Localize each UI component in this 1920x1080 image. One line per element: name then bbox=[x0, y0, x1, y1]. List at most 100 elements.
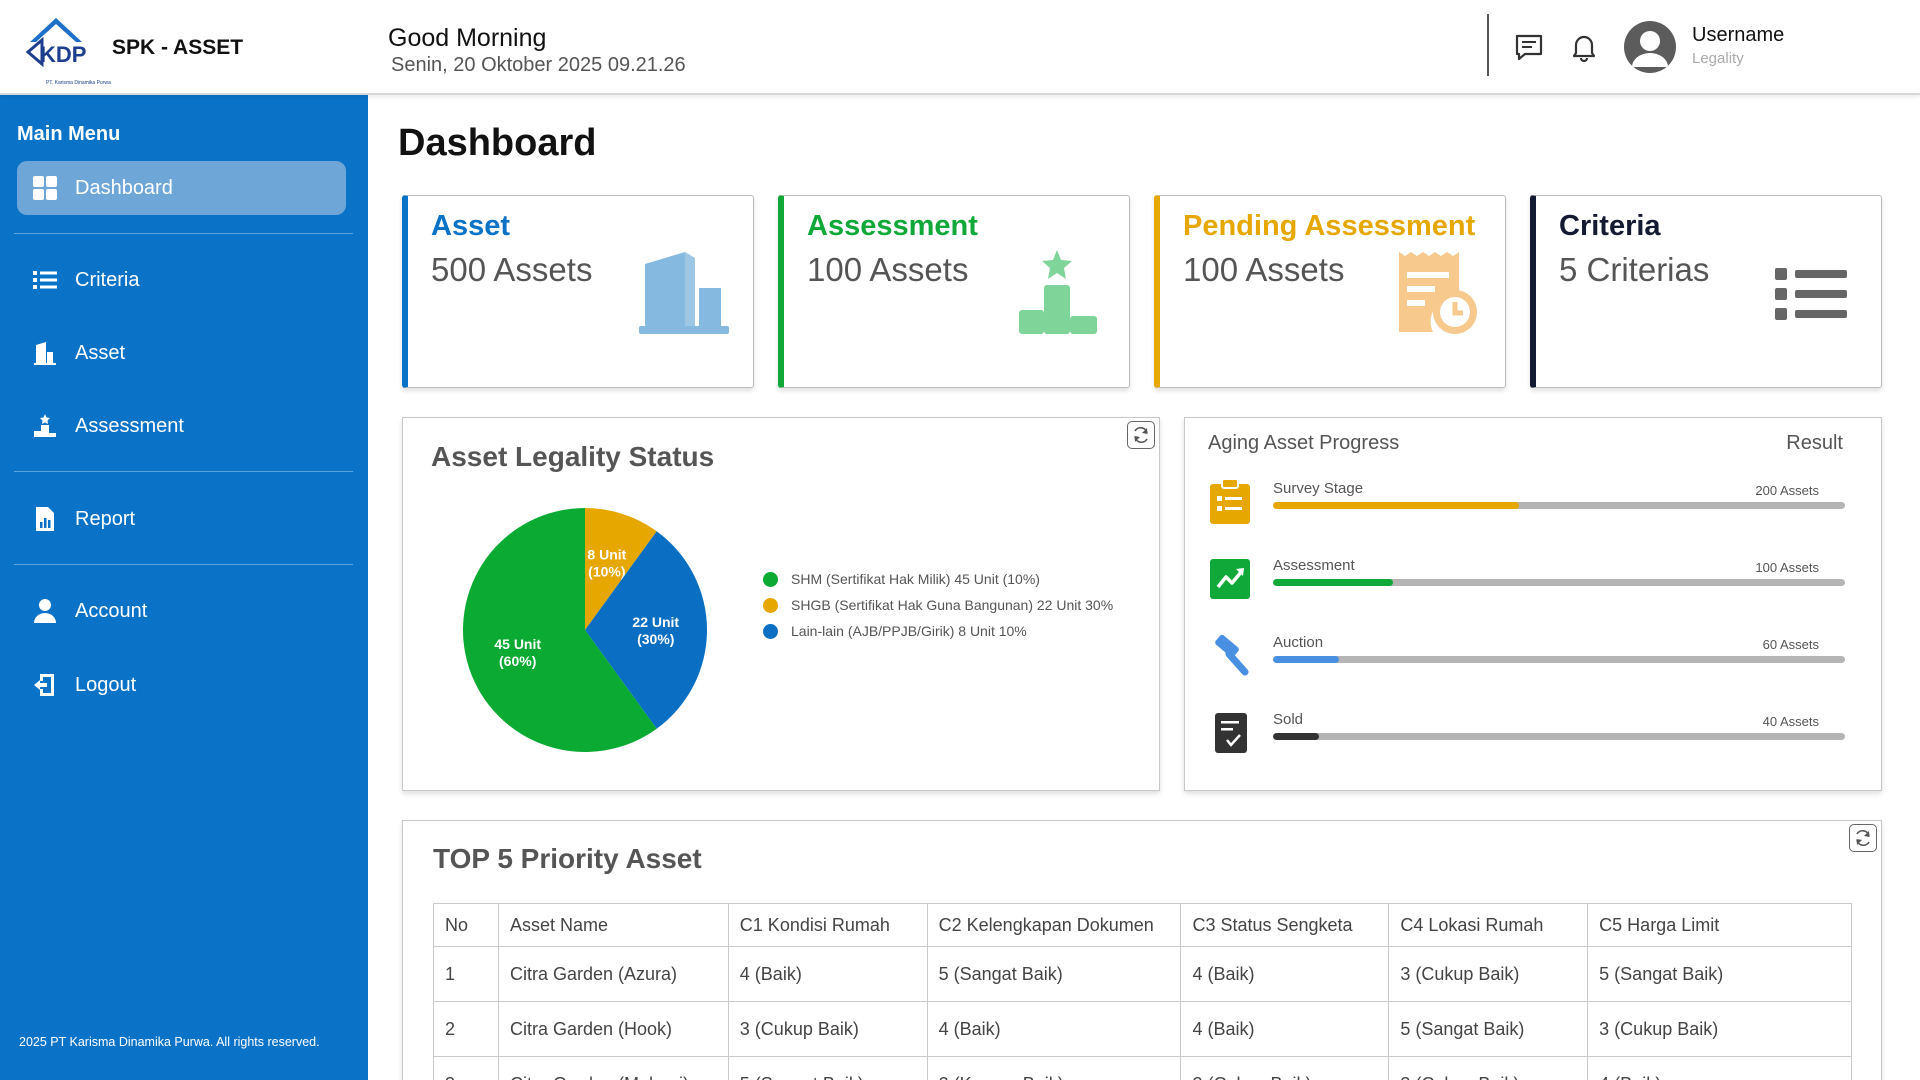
user-avatar[interactable] bbox=[1624, 21, 1676, 73]
company-logo[interactable]: KDP PT. Karisma Dinamika Purwa bbox=[22, 12, 111, 86]
list-icon bbox=[31, 266, 59, 294]
priority-asset-table: No Asset Name C1 Kondisi Rumah C2 Keleng… bbox=[433, 903, 1852, 1080]
legend-item: SHM (Sertifikat Hak Milik) 45 Unit (10%) bbox=[763, 566, 1113, 592]
refresh-button[interactable] bbox=[1849, 824, 1877, 852]
legality-pie-chart: 8 Unit(10%) 22 Unit(30%) 45 Unit(60%) bbox=[462, 508, 707, 752]
greeting-text: Good Morning bbox=[388, 24, 547, 52]
podium-icon bbox=[31, 412, 59, 440]
pie-data-label: (30%) bbox=[637, 631, 674, 647]
username[interactable]: Username bbox=[1692, 24, 1784, 47]
column-header[interactable]: C1 Kondisi Rumah bbox=[727, 903, 928, 947]
app-title: SPK - ASSET bbox=[112, 36, 244, 59]
card-value: 500 Assets bbox=[431, 251, 593, 288]
legend-swatch bbox=[763, 597, 778, 613]
table-row[interactable]: 2 Citra Garden (Hook) 3 (Cukup Baik) 4 (… bbox=[433, 1001, 1852, 1057]
chat-icon[interactable] bbox=[1512, 30, 1546, 64]
sidebar-item-assessment[interactable]: Assessment bbox=[17, 399, 346, 453]
list-icon bbox=[1761, 248, 1861, 338]
user-role: Legality bbox=[1692, 50, 1744, 67]
stage-name: Auction bbox=[1273, 634, 1324, 651]
logo-icon: KDP bbox=[25, 18, 86, 68]
pie-data-label: 45 Unit bbox=[494, 636, 541, 652]
card-title: Pending Assessment bbox=[1183, 210, 1476, 242]
sidebar-item-logout[interactable]: Logout bbox=[17, 658, 346, 712]
priority-asset-panel: TOP 5 Priority Asset No Asset Name C1 Ko… bbox=[402, 820, 1882, 1080]
legend-label: SHGB (Sertifikat Hak Guna Bangunan) 22 U… bbox=[791, 597, 1114, 613]
card-title: Criteria bbox=[1559, 210, 1661, 242]
column-header[interactable]: C4 Lokasi Rumah bbox=[1388, 903, 1589, 947]
pending-assessment-summary-card[interactable]: Pending Assessment 100 Assets bbox=[1154, 195, 1506, 388]
asset-summary-card[interactable]: Asset 500 Assets bbox=[402, 195, 754, 388]
sidebar-item-label: Assessment bbox=[75, 414, 184, 437]
stage-auction: Auction 60 Assets bbox=[1209, 632, 1845, 692]
top-header: KDP PT. Karisma Dinamika Purwa SPK - ASS… bbox=[0, 0, 1920, 95]
assessment-summary-card[interactable]: Assessment 100 Assets bbox=[778, 195, 1130, 388]
card-value: 5 Criterias bbox=[1559, 251, 1710, 288]
refresh-button[interactable] bbox=[1127, 421, 1155, 449]
sidebar-item-label: Dashboard bbox=[75, 176, 173, 199]
pie-legend: SHM (Sertifikat Hak Milik) 45 Unit (10%)… bbox=[763, 566, 1113, 644]
table-cell: 4 (Baik) bbox=[727, 946, 928, 1002]
sidebar-divider bbox=[14, 564, 353, 565]
progress-track bbox=[1273, 656, 1845, 663]
sidebar-item-account[interactable]: Account bbox=[17, 584, 346, 638]
logo-text: KDP bbox=[40, 42, 86, 67]
asset-legality-panel: Asset Legality Status 8 Unit (10%) 22 Unit… bbox=[402, 417, 1160, 791]
stage-count: 60 Assets bbox=[1762, 637, 1819, 652]
table-header-row: No Asset Name C1 Kondisi Rumah C2 Keleng… bbox=[433, 903, 1852, 947]
panel-title: Asset Legality Status bbox=[431, 441, 715, 472]
progress-track bbox=[1273, 579, 1845, 586]
aging-asset-panel: Aging Asset Progress Result Survey Stage… bbox=[1184, 417, 1882, 791]
column-header[interactable]: C5 Harga Limit bbox=[1587, 903, 1852, 947]
table-cell: 3 (Cukup Baik) bbox=[1587, 1001, 1852, 1057]
refresh-icon bbox=[1134, 427, 1148, 443]
sidebar-item-label: Asset bbox=[75, 341, 126, 364]
progress-track bbox=[1273, 502, 1845, 509]
sidebar: Main Menu Dashboard Criteria Asset Asses… bbox=[0, 95, 368, 1080]
checklist-doc-icon bbox=[1209, 709, 1251, 755]
sidebar-item-criteria[interactable]: Criteria bbox=[17, 253, 346, 307]
table-cell: 5 (Sangat Baik) bbox=[926, 946, 1182, 1002]
sidebar-divider bbox=[14, 471, 353, 472]
table-cell: Citra Garden (Mahoni) bbox=[497, 1056, 729, 1080]
card-value: 100 Assets bbox=[1183, 251, 1345, 288]
sidebar-item-dashboard[interactable]: Dashboard bbox=[17, 161, 346, 215]
column-header[interactable]: No bbox=[433, 903, 499, 947]
trend-up-icon bbox=[1209, 555, 1251, 601]
sidebar-divider bbox=[14, 233, 353, 234]
table-cell: 2 bbox=[433, 1001, 499, 1057]
bell-icon[interactable] bbox=[1567, 30, 1601, 64]
clipboard-icon bbox=[1209, 478, 1251, 524]
gavel-icon bbox=[1209, 632, 1251, 678]
column-header[interactable]: C2 Kelengkapan Dokumen bbox=[926, 903, 1182, 947]
stage-name: Survey Stage bbox=[1273, 480, 1364, 497]
refresh-icon bbox=[1856, 830, 1870, 846]
table-cell: 3 (Cukup Baik) bbox=[727, 1001, 928, 1057]
sidebar-item-asset[interactable]: Asset bbox=[17, 326, 346, 380]
current-datetime: Senin, 20 Oktober 2025 09.21.26 bbox=[391, 54, 686, 76]
column-header[interactable]: Asset Name bbox=[497, 903, 729, 947]
table-cell: 4 (Baik) bbox=[926, 1001, 1182, 1057]
card-title: Assessment bbox=[807, 210, 978, 242]
building-icon bbox=[633, 248, 733, 338]
table-row[interactable]: 1 Citra Garden (Azura) 4 (Baik) 5 (Sanga… bbox=[433, 946, 1852, 1002]
table-cell: 3 (Cukup Baik) bbox=[1388, 1056, 1589, 1080]
stage-count: 100 Assets bbox=[1755, 560, 1819, 575]
progress-fill bbox=[1273, 656, 1339, 663]
sidebar-item-report[interactable]: Report bbox=[17, 492, 346, 546]
logo-subtitle: PT. Karisma Dinamika Purwa bbox=[46, 80, 111, 86]
legend-label: SHM (Sertifikat Hak Milik) 45 Unit (10%) bbox=[791, 571, 1040, 587]
column-header[interactable]: C3 Status Sengketa bbox=[1180, 903, 1390, 947]
sidebar-item-label: Logout bbox=[75, 673, 137, 696]
stage-sold: Sold 40 Assets bbox=[1209, 709, 1845, 769]
panel-title: TOP 5 Priority Asset bbox=[433, 843, 702, 874]
table-cell: 4 (Baik) bbox=[1180, 1001, 1390, 1057]
stage-name: Assessment bbox=[1273, 557, 1355, 574]
legend-label: Lain-lain (AJB/PPJB/Girik) 8 Unit 10% bbox=[791, 623, 1027, 639]
pie-data-label: 8 Unit bbox=[587, 547, 626, 563]
table-cell: Citra Garden (Hook) bbox=[497, 1001, 729, 1057]
stage-name: Sold bbox=[1273, 711, 1304, 728]
table-cell: 2 (Kurang Baik) bbox=[926, 1056, 1182, 1080]
table-row[interactable]: 3 Citra Garden (Mahoni) 5 (Sangat Baik) … bbox=[433, 1056, 1852, 1080]
criteria-summary-card[interactable]: Criteria 5 Criterias bbox=[1530, 195, 1882, 388]
